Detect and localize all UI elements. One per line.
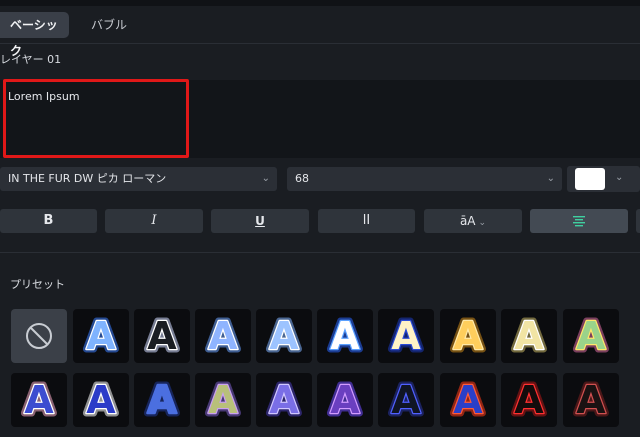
- preset-tile[interactable]: AA: [563, 309, 619, 363]
- font-size-value: 68: [295, 172, 309, 185]
- preset-glyph: A: [208, 378, 238, 422]
- preset-glyph: A: [391, 378, 421, 422]
- tab-bar: ベーシック バブル: [0, 12, 640, 58]
- preset-glyph: A: [391, 314, 421, 358]
- preset-preview: AA: [144, 375, 181, 426]
- preset-tile[interactable]: AA: [256, 373, 312, 427]
- preset-tile[interactable]: AA: [11, 373, 67, 427]
- preset-tile[interactable]: AA: [73, 309, 129, 363]
- preset-tile[interactable]: AA: [195, 373, 251, 427]
- more-button[interactable]: [636, 209, 640, 233]
- preset-glyph: A: [576, 378, 606, 422]
- preset-preview: AA: [327, 375, 364, 426]
- divider: [0, 43, 640, 44]
- preset-tile[interactable]: AA: [501, 373, 557, 427]
- preset-tile[interactable]: AA: [378, 373, 434, 427]
- preset-glyph: A: [330, 378, 360, 422]
- preset-glyph: A: [576, 314, 606, 358]
- chevron-down-icon[interactable]: ⌄: [615, 172, 623, 183]
- preset-preview: AA: [327, 311, 364, 362]
- preset-preview: AA: [511, 375, 548, 426]
- preset-preview: AA: [573, 311, 610, 362]
- preset-glyph: A: [208, 314, 238, 358]
- preset-tile[interactable]: AA: [440, 309, 496, 363]
- preset-glyph: A: [453, 378, 483, 422]
- underline-button[interactable]: U: [211, 209, 309, 233]
- preset-glyph: A: [269, 314, 299, 358]
- preset-glyph: A: [147, 378, 177, 422]
- preset-tile[interactable]: AA: [256, 309, 312, 363]
- tab-bubble[interactable]: バブル: [91, 12, 131, 38]
- preset-preview: AA: [266, 375, 303, 426]
- preset-preview: AA: [388, 375, 425, 426]
- preset-tile[interactable]: AA: [563, 373, 619, 427]
- italic-button[interactable]: I: [105, 209, 203, 233]
- preset-none[interactable]: [11, 309, 67, 363]
- preset-preview: AA: [388, 311, 425, 362]
- preset-section-title: プリセット: [10, 278, 65, 291]
- preset-glyph: A: [453, 314, 483, 358]
- preset-preview: AA: [144, 311, 181, 362]
- preset-preview: AA: [83, 375, 120, 426]
- layer-title: レイヤー 01: [0, 53, 62, 66]
- preset-tile[interactable]: AA: [501, 309, 557, 363]
- character-spacing-button[interactable]: lI: [318, 209, 415, 233]
- preset-glyph: A: [86, 314, 116, 358]
- preset-tile[interactable]: AA: [195, 309, 251, 363]
- preset-glyph: A: [24, 378, 54, 422]
- no-style-icon: [26, 323, 52, 349]
- preset-preview: AA: [511, 311, 548, 362]
- font-family-value: IN THE FUR DW ピカ ローマン: [8, 172, 167, 185]
- font-family-select[interactable]: IN THE FUR DW ピカ ローマン ⌄: [0, 167, 277, 191]
- align-center-button[interactable]: [530, 209, 628, 233]
- preset-tile[interactable]: AA: [73, 373, 129, 427]
- preset-glyph: A: [514, 378, 544, 422]
- preset-tile[interactable]: AA: [317, 309, 373, 363]
- preset-tile[interactable]: AA: [378, 309, 434, 363]
- preset-preview: AA: [573, 375, 610, 426]
- chevron-down-icon: ⌄: [261, 173, 270, 184]
- top-toolbar-strip: [0, 0, 640, 6]
- preset-glyph: A: [514, 314, 544, 358]
- preset-tile[interactable]: AA: [134, 309, 190, 363]
- chevron-down-icon: ⌄: [546, 173, 555, 184]
- preset-preview: AA: [450, 311, 487, 362]
- preset-glyph: A: [269, 378, 299, 422]
- preset-tile[interactable]: AA: [134, 373, 190, 427]
- preset-preview: AA: [266, 311, 303, 362]
- preset-preview: AA: [450, 375, 487, 426]
- preset-glyph: A: [330, 314, 360, 358]
- preset-preview: AA: [205, 311, 242, 362]
- bold-button[interactable]: B: [0, 209, 97, 233]
- align-center-icon: [573, 215, 585, 226]
- tab-basic[interactable]: ベーシック: [0, 12, 69, 58]
- text-case-button[interactable]: āA ⌄: [424, 209, 522, 233]
- preset-glyph: A: [147, 314, 177, 358]
- font-size-select[interactable]: 68 ⌄: [287, 167, 562, 191]
- preset-tile[interactable]: AA: [317, 373, 373, 427]
- color-swatch[interactable]: [575, 168, 605, 190]
- preset-tile[interactable]: AA: [440, 373, 496, 427]
- spacing-icon: lI: [362, 213, 371, 228]
- preset-preview: AA: [21, 375, 58, 426]
- highlight-annotation: [3, 79, 189, 158]
- preset-preview: AA: [83, 311, 120, 362]
- preset-glyph: A: [86, 378, 116, 422]
- preset-preview: AA: [205, 375, 242, 426]
- chevron-down-icon: ⌄: [478, 218, 487, 228]
- case-icon-suffix: A: [467, 214, 476, 228]
- divider: [0, 252, 640, 253]
